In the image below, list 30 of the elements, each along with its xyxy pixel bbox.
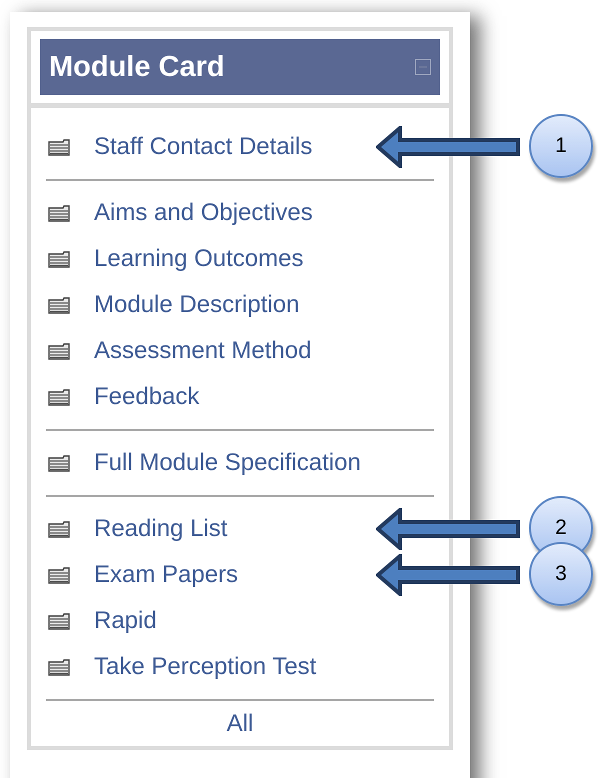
callout-number: 1 — [529, 114, 593, 178]
arrow-icon — [376, 508, 520, 550]
list-icon — [48, 250, 70, 268]
list-icon — [48, 388, 70, 406]
list-icon — [48, 296, 70, 314]
menu-link[interactable]: Full Module Specification — [94, 449, 361, 477]
menu-link[interactable]: Feedback — [94, 383, 200, 411]
menu-link[interactable]: Take Perception Test — [94, 653, 316, 681]
all-link[interactable]: All — [46, 704, 434, 738]
menu-link[interactable]: Rapid — [94, 607, 157, 635]
list-icon — [48, 612, 70, 630]
menu-link[interactable]: Reading List — [94, 515, 228, 543]
card-title: Module Card — [49, 50, 225, 84]
menu-link[interactable]: Staff Contact Details — [94, 133, 312, 161]
list-icon — [48, 520, 70, 538]
arrow-icon — [376, 554, 520, 596]
menu-link[interactable]: Learning Outcomes — [94, 245, 304, 273]
collapse-icon[interactable] — [415, 59, 431, 75]
menu-link[interactable]: Exam Papers — [94, 561, 238, 589]
arrow-icon — [376, 126, 520, 168]
list-icon — [48, 658, 70, 676]
list-icon — [48, 204, 70, 222]
list-icon — [48, 454, 70, 472]
list-icon — [48, 566, 70, 584]
list-icon — [48, 138, 70, 156]
list-icon — [48, 342, 70, 360]
menu-link[interactable]: Aims and Objectives — [94, 199, 313, 227]
menu-link[interactable]: Assessment Method — [94, 337, 312, 365]
menu-link[interactable]: Module Description — [94, 291, 300, 319]
callout-number: 3 — [529, 542, 593, 606]
